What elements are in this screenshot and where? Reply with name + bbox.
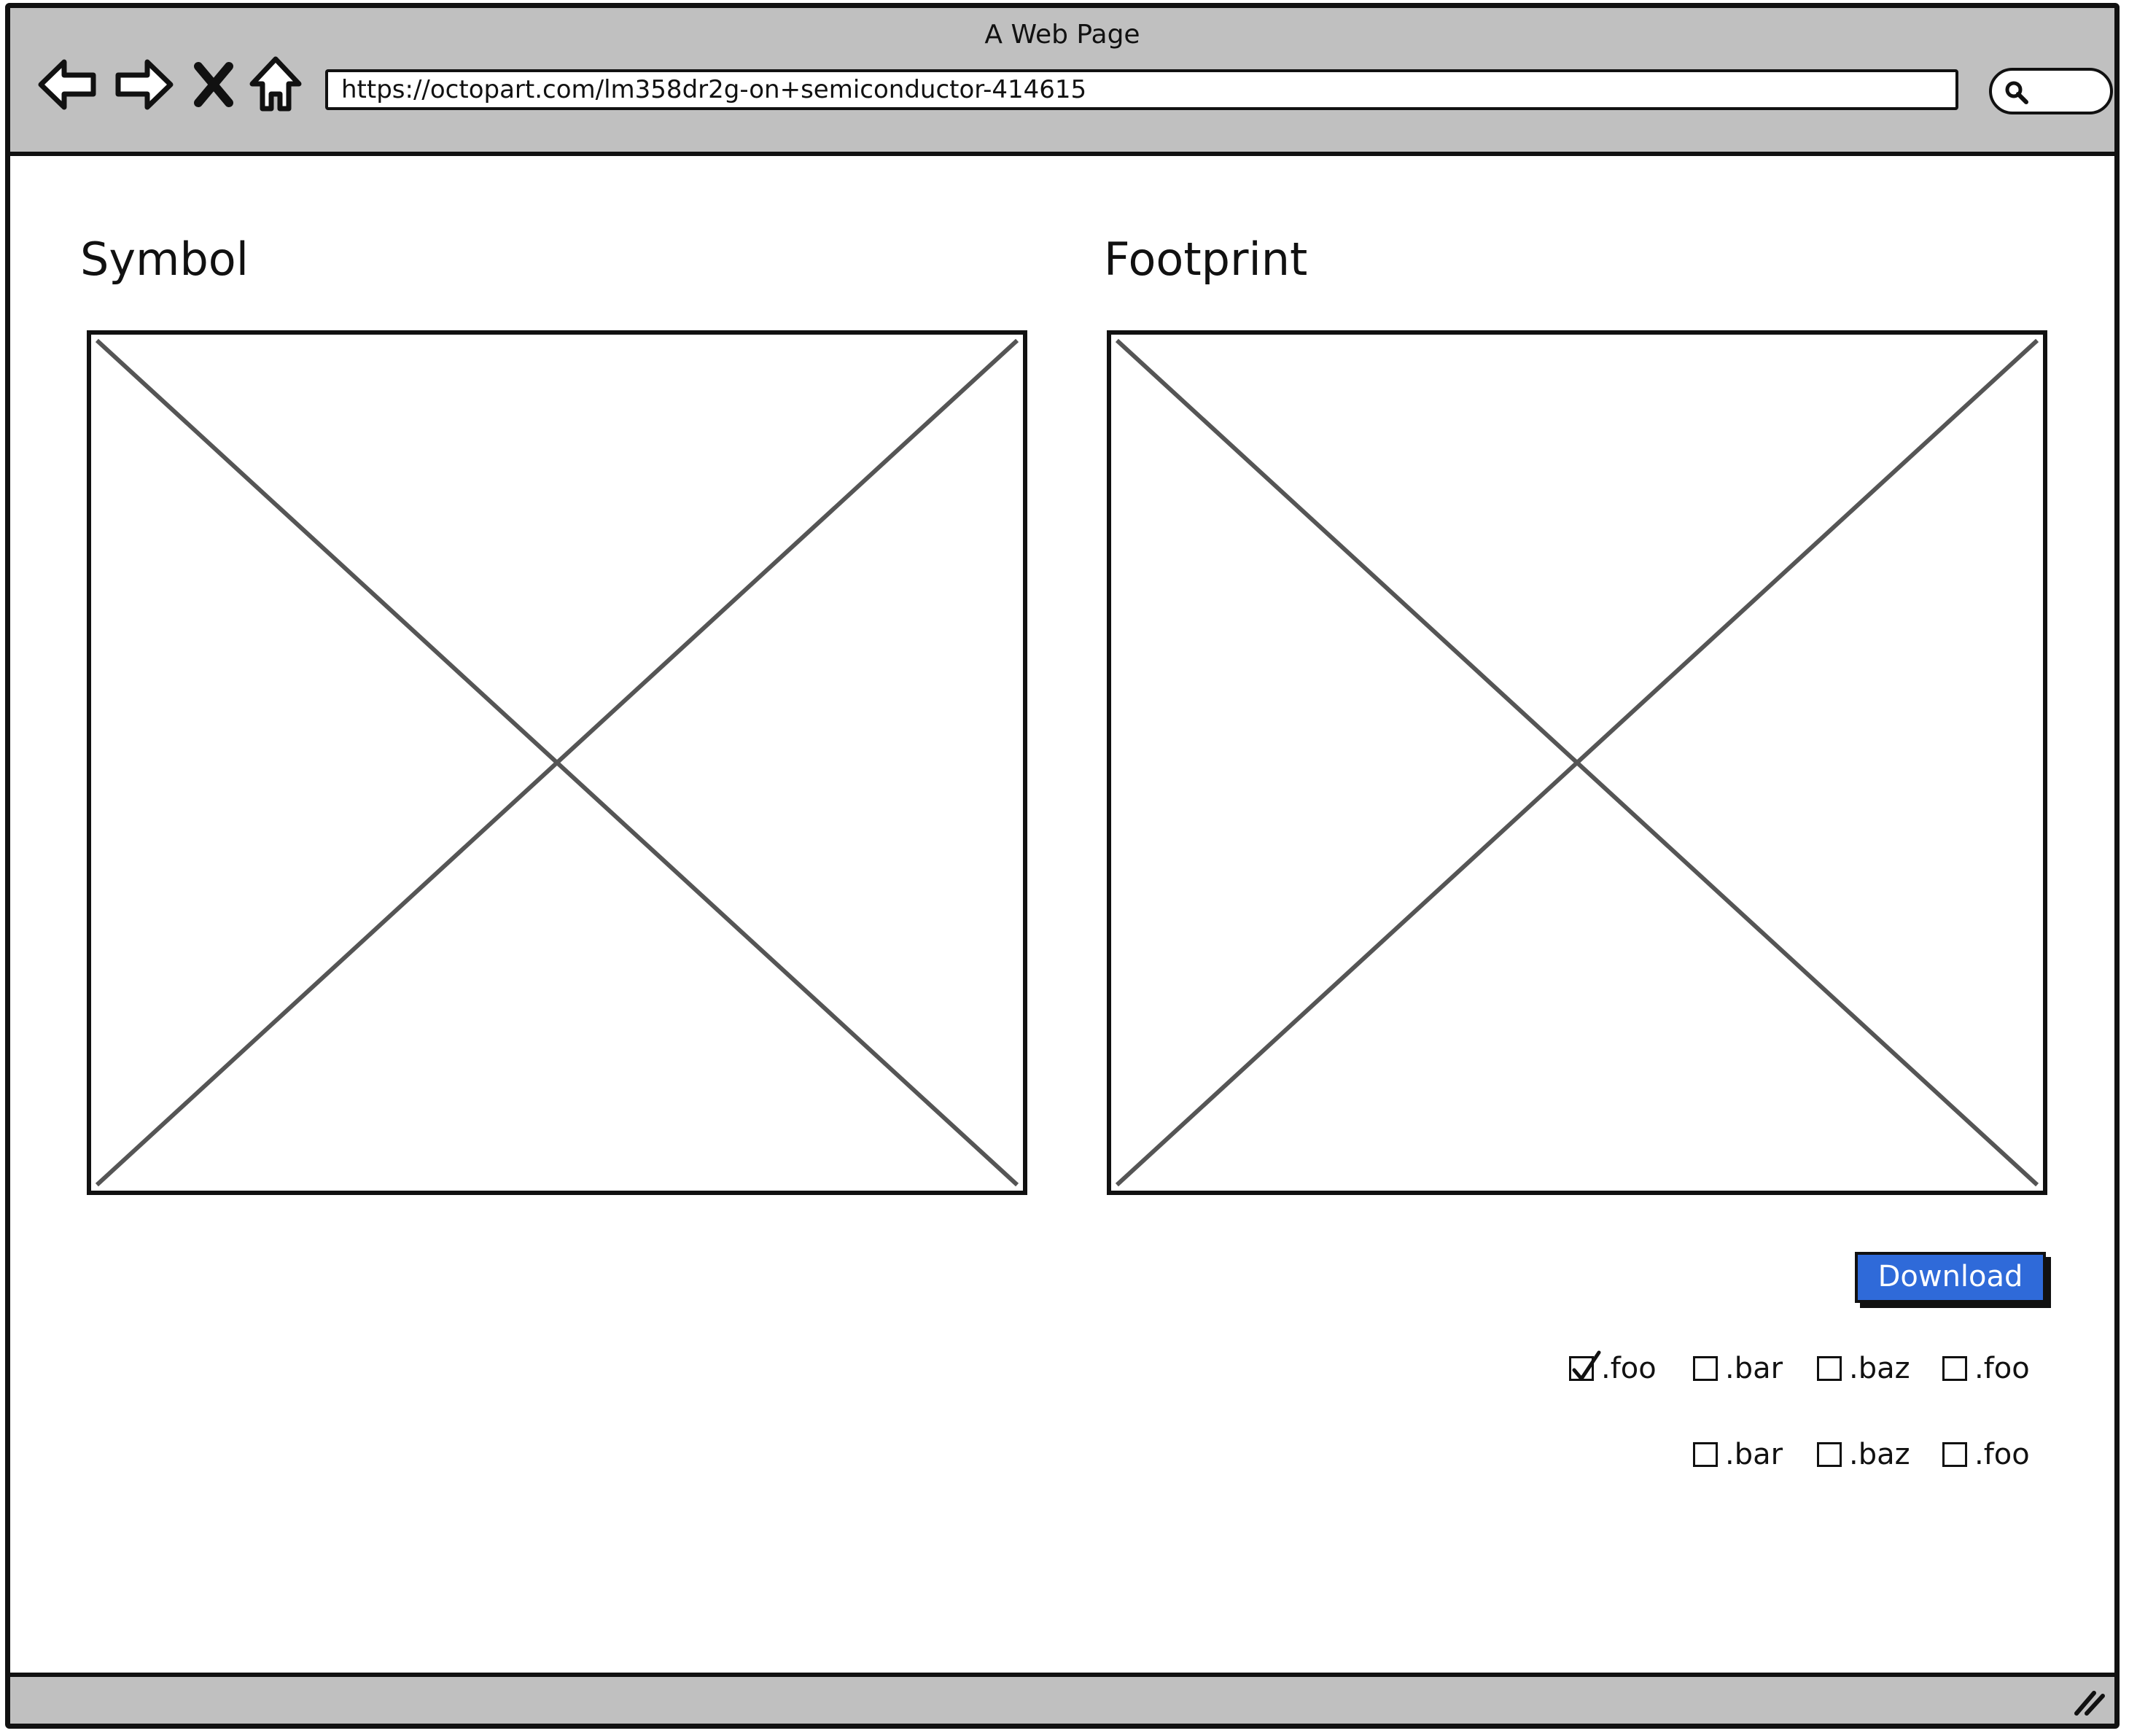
format-label: .baz: [1849, 1438, 1910, 1471]
format-checkbox-baz-1[interactable]: .baz: [1817, 1347, 1910, 1390]
format-label: .bar: [1725, 1438, 1783, 1471]
format-label: .foo: [1974, 1438, 2030, 1471]
checkbox-box[interactable]: [1817, 1356, 1842, 1381]
format-label: .bar: [1725, 1352, 1783, 1385]
checkbox-box[interactable]: [1693, 1356, 1718, 1381]
symbol-image-placeholder: [87, 330, 1027, 1195]
format-checkbox-foo-2[interactable]: .foo: [1942, 1347, 2030, 1390]
address-bar[interactable]: https://octopart.com/lm358dr2g-on+semico…: [325, 69, 1958, 110]
search-icon: [2005, 81, 2028, 104]
search-field[interactable]: [1989, 68, 2113, 114]
window-title: A Web Page: [984, 20, 1140, 50]
status-bar: [10, 1673, 2114, 1724]
close-x-icon[interactable]: [188, 53, 239, 116]
footprint-heading: Footprint: [1104, 233, 1308, 286]
download-button[interactable]: Download: [1855, 1252, 2046, 1303]
home-icon[interactable]: [246, 53, 305, 116]
checkbox-box[interactable]: [1942, 1356, 1967, 1381]
checkbox-box[interactable]: [1942, 1442, 1967, 1467]
symbol-heading: Symbol: [80, 233, 249, 286]
format-label: .baz: [1849, 1352, 1910, 1385]
format-label: .foo: [1601, 1352, 1657, 1385]
format-label: .foo: [1974, 1352, 2030, 1385]
checkbox-box[interactable]: [1693, 1442, 1718, 1467]
browser-toolbar: A Web Page https://octopart.com/lm358dr2…: [10, 8, 2114, 156]
format-checkbox-baz-2[interactable]: .baz: [1817, 1433, 1910, 1476]
format-checkbox-foo-1[interactable]: .foo: [1569, 1347, 1657, 1390]
checkbox-box[interactable]: [1569, 1350, 1601, 1381]
footprint-image-placeholder: [1107, 330, 2047, 1195]
format-checkbox-bar-2[interactable]: .bar: [1693, 1433, 1783, 1476]
format-checkbox-foo-3[interactable]: .foo: [1942, 1433, 2030, 1476]
browser-window: A Web Page https://octopart.com/lm358dr2…: [5, 3, 2120, 1729]
format-checkbox-bar-1[interactable]: .bar: [1693, 1347, 1783, 1390]
back-arrow-icon[interactable]: [35, 53, 101, 116]
checkmark-icon: [1572, 1350, 1601, 1381]
forward-arrow-icon[interactable]: [111, 53, 176, 116]
checkbox-box[interactable]: [1817, 1442, 1842, 1467]
resize-grip-icon[interactable]: [2072, 1687, 2106, 1716]
